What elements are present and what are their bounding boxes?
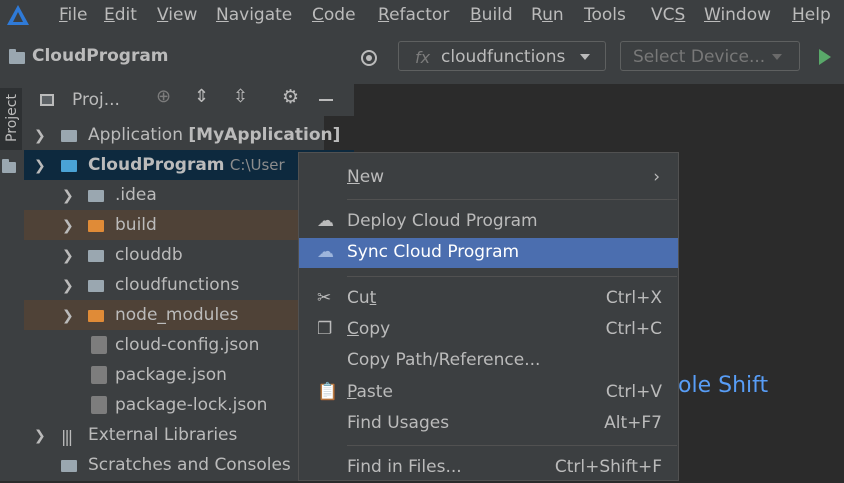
cloud-folder-icon xyxy=(61,160,77,172)
tree-item-label: cloudfunctions xyxy=(115,275,240,295)
tree-row-application[interactable]: ❯ Application [MyApplication] xyxy=(24,120,354,150)
copy-icon: ❐ xyxy=(317,319,333,339)
device-combo[interactable]: Select Device... xyxy=(620,41,800,71)
menu-separator xyxy=(347,445,677,446)
folder-icon xyxy=(88,310,104,322)
folder-icon xyxy=(88,220,104,232)
cloud-sync-icon: ☁ xyxy=(317,242,334,262)
database-folder-icon xyxy=(88,250,104,262)
gear-icon[interactable]: ⚙ xyxy=(282,86,299,108)
tree-item-label: clouddb xyxy=(115,245,183,265)
menu-view[interactable]: View xyxy=(157,5,197,25)
folder-icon xyxy=(2,159,16,173)
tree-item-label: package-lock.json xyxy=(115,395,268,415)
project-tool-tab-label: Project xyxy=(4,94,20,142)
tree-item-label: Scratches and Consoles xyxy=(88,455,291,475)
tree-item-label: CloudProgram C:\User xyxy=(88,155,285,175)
library-icon: ||| xyxy=(61,427,73,446)
chevron-down-icon[interactable]: ❯ xyxy=(34,158,46,174)
clipboard-icon: 📋 xyxy=(317,382,339,402)
chevron-down-icon xyxy=(580,54,590,60)
menu-item-find-in-files[interactable]: Find in Files... Ctrl+Shift+F xyxy=(299,453,678,483)
app-logo-icon xyxy=(7,5,29,25)
menu-window[interactable]: Window xyxy=(704,5,771,25)
tree-item-label: package.json xyxy=(115,365,227,385)
tree-item-label: Application [MyApplication] xyxy=(88,125,341,145)
json-file-icon xyxy=(91,396,107,414)
tree-item-label: cloud-config.json xyxy=(115,335,260,355)
tree-item-label: node_modules xyxy=(115,305,239,325)
chevron-right-icon[interactable]: ❯ xyxy=(62,188,74,204)
run-config-value: cloudfunctions xyxy=(441,47,566,67)
json-file-icon xyxy=(91,336,107,354)
run-icon[interactable] xyxy=(819,49,831,65)
chevron-right-icon[interactable]: ❯ xyxy=(34,128,46,144)
chevron-down-icon xyxy=(772,54,782,60)
project-panel-title[interactable]: Proj... xyxy=(72,90,120,110)
chevron-right-icon: › xyxy=(653,167,660,187)
chevron-right-icon[interactable]: ❯ xyxy=(62,218,74,234)
menu-refactor[interactable]: Refactor xyxy=(378,5,449,25)
project-panel-header: Proj... ⊕ ⇕ ⇳ ⚙ xyxy=(24,84,354,116)
context-menu: New › ☁ Deploy Cloud Program ☁ Sync Clou… xyxy=(298,152,679,481)
chevron-right-icon[interactable]: ❯ xyxy=(62,248,74,264)
project-folder-icon xyxy=(9,49,25,64)
fx-label: fx xyxy=(415,48,431,67)
run-config-combo[interactable]: fx cloudfunctions xyxy=(398,41,606,71)
chevron-right-icon[interactable]: ❯ xyxy=(62,308,74,324)
menu-vcs[interactable]: VCS xyxy=(651,5,685,25)
chevron-right-icon[interactable]: ❯ xyxy=(62,278,74,294)
scissors-icon: ✂ xyxy=(317,288,332,308)
menu-help[interactable]: Help xyxy=(792,5,831,25)
menu-item-find-usages[interactable]: Find Usages Alt+F7 xyxy=(299,409,678,439)
minimize-icon[interactable] xyxy=(319,99,333,101)
menu-bar: File Edit View Navigate Code Refactor Bu… xyxy=(0,0,844,30)
menu-edit[interactable]: Edit xyxy=(104,5,137,25)
cloud-upload-icon: ☁ xyxy=(317,211,334,231)
menu-item-deploy-cloud-program[interactable]: ☁ Deploy Cloud Program xyxy=(299,207,678,237)
menu-item-paste[interactable]: 📋 Paste Ctrl+V xyxy=(299,378,678,408)
module-folder-icon xyxy=(61,130,77,142)
locate-icon[interactable]: ⊕ xyxy=(156,86,171,107)
chevron-right-icon[interactable]: ❯ xyxy=(34,428,46,444)
expand-all-icon[interactable]: ⇕ xyxy=(194,86,209,107)
collapse-all-icon[interactable]: ⇳ xyxy=(233,86,248,107)
menu-item-sync-cloud-program[interactable]: ☁ Sync Cloud Program xyxy=(299,238,678,268)
device-combo-value: Select Device... xyxy=(633,47,766,67)
panel-view-icon xyxy=(40,94,54,106)
menu-separator xyxy=(347,199,677,200)
menu-separator xyxy=(347,276,677,277)
menu-item-cut[interactable]: ✂ Cut Ctrl+X xyxy=(299,284,678,314)
menu-run[interactable]: Run xyxy=(531,5,564,25)
menu-item-new[interactable]: New › xyxy=(299,163,678,193)
tree-item-label: External Libraries xyxy=(88,425,238,445)
menu-tools[interactable]: Tools xyxy=(584,5,626,25)
editor-hint-text: ole Shift xyxy=(678,373,769,398)
target-icon[interactable] xyxy=(360,49,378,67)
menu-navigate[interactable]: Navigate xyxy=(216,5,292,25)
project-breadcrumb[interactable]: CloudProgram xyxy=(32,46,169,66)
tree-item-label: build xyxy=(115,215,157,235)
tree-item-label: .idea xyxy=(115,185,157,205)
function-folder-icon xyxy=(88,280,104,292)
menu-item-copy[interactable]: ❐ Copy Ctrl+C xyxy=(299,315,678,345)
folder-icon xyxy=(88,190,104,202)
navigation-bar: CloudProgram fx cloudfunctions Select De… xyxy=(0,30,844,85)
menu-build[interactable]: Build xyxy=(470,5,513,25)
menu-file[interactable]: File xyxy=(59,5,87,25)
menu-item-copy-path[interactable]: Copy Path/Reference... xyxy=(299,346,678,376)
menu-code[interactable]: Code xyxy=(312,5,356,25)
scratches-icon xyxy=(61,460,77,472)
json-file-icon xyxy=(91,366,107,384)
